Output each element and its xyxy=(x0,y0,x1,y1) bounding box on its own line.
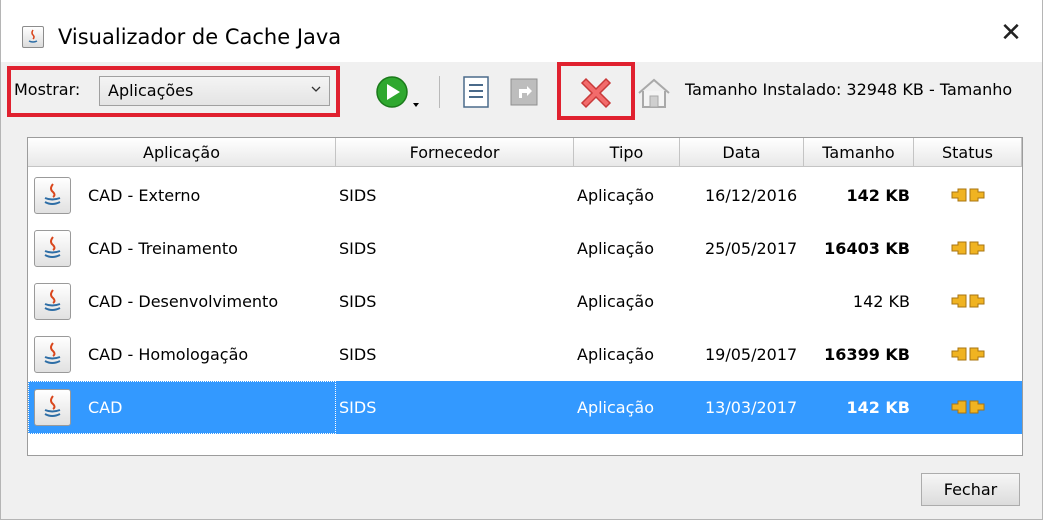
cache-table: Aplicação Fornecedor Tipo Data Tamanho S… xyxy=(27,137,1023,456)
window-title: Visualizador de Cache Java xyxy=(58,25,342,49)
status-plugged-icon xyxy=(951,347,985,361)
java-app-icon xyxy=(34,336,71,373)
cell-date: 13/03/2017 xyxy=(705,398,798,417)
status-plugged-icon xyxy=(951,241,985,255)
table-row[interactable]: CAD - Externo SIDS Aplicação 16/12/2016 … xyxy=(28,169,1022,222)
cell-size: 142 KB xyxy=(846,398,910,417)
close-button[interactable]: Fechar xyxy=(921,473,1020,506)
cell-date: 16/12/2016 xyxy=(705,186,798,205)
column-header-application[interactable]: Aplicação xyxy=(28,138,336,167)
table-row[interactable]: CAD - Desenvolvimento SIDS Aplicação 142… xyxy=(28,275,1022,328)
cell-application: CAD - Externo xyxy=(88,186,201,205)
column-header-date[interactable]: Data xyxy=(680,138,804,167)
column-header-status[interactable]: Status xyxy=(914,138,1022,167)
status-plugged-icon xyxy=(951,400,985,414)
table-row[interactable]: CAD - Homologação SIDS Aplicação 19/05/2… xyxy=(28,328,1022,381)
cell-type: Aplicação xyxy=(577,398,654,417)
status-plugged-icon xyxy=(951,294,985,308)
cell-size: 142 KB xyxy=(852,292,910,311)
title-bar: Visualizador de Cache Java ✕ xyxy=(1,0,1042,62)
run-icon[interactable] xyxy=(375,75,423,111)
column-header-type[interactable]: Tipo xyxy=(574,138,680,167)
close-icon[interactable]: ✕ xyxy=(996,18,1026,48)
java-app-icon xyxy=(34,177,71,214)
cache-viewer-window: Visualizador de Cache Java ✕ Mostrar: Ap… xyxy=(0,0,1043,520)
show-jnlp-icon[interactable] xyxy=(461,76,491,108)
table-row-selected[interactable]: CAD SIDS Aplicação 13/03/2017 142 KB xyxy=(28,381,1022,434)
cell-size: 16403 KB xyxy=(824,239,910,258)
cell-size: 142 KB xyxy=(846,186,910,205)
cell-date: 25/05/2017 xyxy=(705,239,798,258)
dropdown-highlight-box xyxy=(7,66,340,117)
cell-application: CAD - Homologação xyxy=(88,345,249,364)
cell-application: CAD - Treinamento xyxy=(88,239,238,258)
focus-indicator xyxy=(28,381,336,434)
status-plugged-icon xyxy=(951,188,985,202)
cell-vendor: SIDS xyxy=(339,398,377,417)
delete-icon[interactable] xyxy=(578,75,614,111)
cell-application: CAD - Desenvolvimento xyxy=(88,292,279,311)
table-header: Aplicação Fornecedor Tipo Data Tamanho S… xyxy=(28,138,1022,168)
cell-type: Aplicação xyxy=(577,186,654,205)
java-app-icon xyxy=(34,230,71,267)
cell-vendor: SIDS xyxy=(339,186,377,205)
java-app-icon xyxy=(34,389,71,426)
cell-application: CAD xyxy=(88,398,123,417)
cell-date: 19/05/2017 xyxy=(705,345,798,364)
cell-size: 16399 KB xyxy=(824,345,910,364)
cell-vendor: SIDS xyxy=(339,292,377,311)
home-icon[interactable] xyxy=(636,77,672,109)
cell-type: Aplicação xyxy=(577,345,654,364)
cell-vendor: SIDS xyxy=(339,239,377,258)
column-header-vendor[interactable]: Fornecedor xyxy=(336,138,574,167)
cell-vendor: SIDS xyxy=(339,345,377,364)
java-app-icon xyxy=(34,283,71,320)
install-shortcut-icon[interactable] xyxy=(510,78,538,106)
column-header-size[interactable]: Tamanho xyxy=(804,138,914,167)
cell-type: Aplicação xyxy=(577,292,654,311)
table-row[interactable]: CAD - Treinamento SIDS Aplicação 25/05/2… xyxy=(28,222,1022,275)
cell-type: Aplicação xyxy=(577,239,654,258)
java-app-icon xyxy=(22,26,44,48)
installed-size-info: Tamanho Instalado: 32948 KB - Tamanho xyxy=(685,80,1013,99)
toolbar-separator xyxy=(439,76,440,108)
